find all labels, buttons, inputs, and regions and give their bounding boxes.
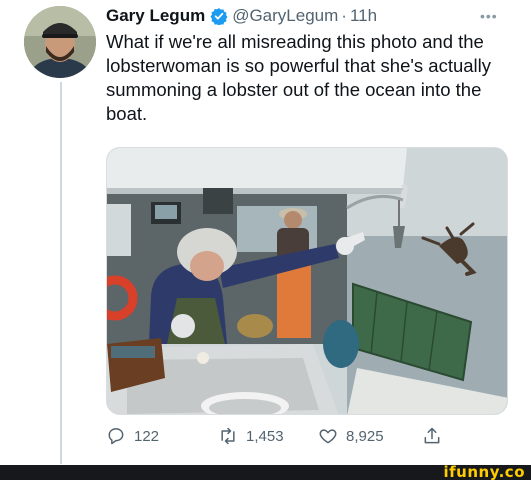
watermark-bar: ifunny.co [0,463,531,480]
verified-badge-icon [210,8,228,25]
ifunny-watermark: ifunny.co [443,463,525,480]
like-count: 8,925 [346,427,384,445]
share-button[interactable] [422,426,450,446]
tweet-header: Gary Legum @GaryLegum · 11h [106,4,377,28]
tweet-actions: 122 1,453 8,925 [106,426,466,450]
heart-icon [319,429,337,444]
tweet-photo[interactable] [106,147,508,415]
share-icon [424,427,440,444]
retweet-count: 1,453 [246,427,284,445]
avatar[interactable] [24,6,96,78]
author-name[interactable]: Gary Legum [106,6,205,26]
reply-count: 122 [134,427,160,445]
retweet-icon [221,427,235,445]
tweet-text: What if we're all misreading this photo … [106,31,492,124]
reply-icon [108,428,124,445]
timestamp[interactable]: 11h [350,6,377,26]
author-handle[interactable]: @GaryLegum [232,6,338,26]
more-options-icon[interactable]: ••• [480,8,498,24]
separator-dot: · [341,6,347,25]
thread-line [60,82,62,464]
like-button[interactable]: 8,925 [318,426,384,446]
reply-button[interactable]: 122 [106,426,159,446]
retweet-button[interactable]: 1,453 [218,426,284,446]
